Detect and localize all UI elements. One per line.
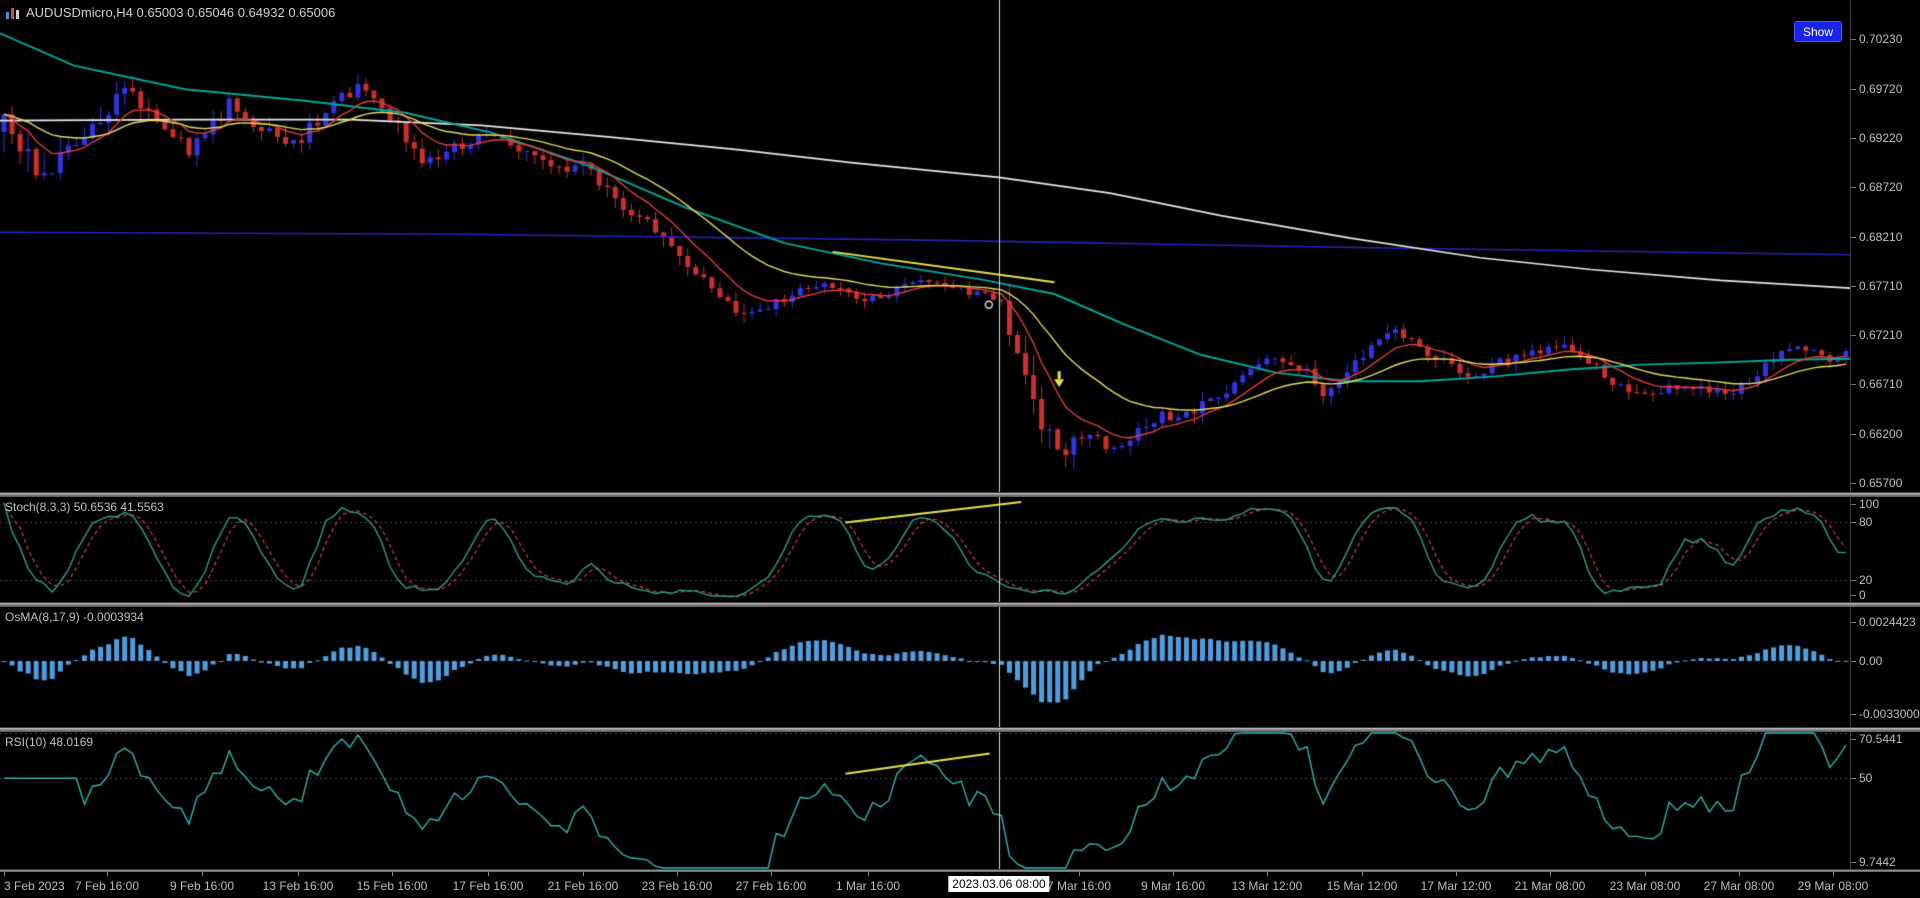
time-axis-label: 9 Mar 16:00 [1141,879,1205,893]
stochastic-canvas[interactable] [0,497,1850,602]
stochastic-label: Stoch(8,3,3) 50.6536 41.5563 [5,500,164,514]
main-scale-label: 0.69720 [1859,82,1902,96]
time-axis-label: 23 Feb 16:00 [642,879,713,893]
time-axis-label: 7 Feb 16:00 [75,879,139,893]
main-scale-label: 0.68720 [1859,180,1902,194]
rsi-label: RSI(10) 48.0169 [5,735,93,749]
time-axis-label: 3 Feb 2023 [4,879,65,893]
time-axis-label: 29 Mar 08:00 [1798,879,1869,893]
time-axis-tick [1833,872,1834,876]
time-axis-label: 1 Mar 16:00 [836,879,900,893]
main-scale-label: 0.68210 [1859,230,1902,244]
time-axis-label: 27 Mar 08:00 [1704,879,1775,893]
time-axis-label: 15 Mar 12:00 [1327,879,1398,893]
time-axis-tick [107,872,108,876]
main-chart-panel: AUDUSDmicro,H4 0.65003 0.65046 0.64932 0… [0,0,1850,492]
main-scale-label: 0.67210 [1859,328,1902,342]
osma-scale-label: 0.00 [1859,654,1882,668]
time-axis-tick [1645,872,1646,876]
time-axis-tick [298,872,299,876]
panel-separator[interactable] [0,602,1920,607]
time-axis-tick [1739,872,1740,876]
osma-panel: OsMA(8,17,9) -0.0003934 [0,607,1850,727]
main-scale-label: 0.66710 [1859,377,1902,391]
main-chart-canvas[interactable] [0,0,1850,492]
time-axis-label: 13 Feb 16:00 [263,879,334,893]
time-axis-tick [677,872,678,876]
time-axis-label: 9 Feb 16:00 [170,879,234,893]
show-panel-button[interactable]: Show [1794,21,1842,42]
chart-icon [6,7,20,19]
time-axis-label: 17 Mar 12:00 [1421,879,1492,893]
time-axis-label: 17 Feb 16:00 [453,879,524,893]
time-axis-label: 23 Mar 08:00 [1610,879,1681,893]
time-axis-tick [1456,872,1457,876]
stoch-scale-label: 0 [1859,588,1866,602]
price-scale[interactable]: 0.70230 0.69720 0.69220 0.68720 0.68210 0.677… [1850,0,1920,869]
main-scale-label: 0.70230 [1859,32,1902,46]
panel-separator[interactable] [0,492,1920,497]
rsi-canvas[interactable] [0,732,1850,869]
rsi-panel: RSI(10) 48.0169 [0,732,1850,869]
panel-separator[interactable] [0,727,1920,732]
stoch-scale-label: 80 [1859,515,1872,529]
main-scale-label: 0.65700 [1859,476,1902,490]
osma-scale-label: 0.0024423 [1859,615,1916,629]
axis-separator [0,869,1920,872]
current-time-badge: 2023.03.06 08:00 [948,876,1049,892]
time-axis-label: 27 Feb 16:00 [736,879,807,893]
time-axis-label: 13 Mar 12:00 [1232,879,1303,893]
scale-border-line [1850,0,1851,869]
time-axis-tick [488,872,489,876]
time-axis-tick [1079,872,1080,876]
main-scale-label: 0.69220 [1859,131,1902,145]
time-axis-tick [583,872,584,876]
rsi-scale-label: 9.7442 [1859,855,1896,869]
time-axis-label: 21 Mar 08:00 [1515,879,1586,893]
time-axis-tick [1362,872,1363,876]
chart-title-bar: AUDUSDmicro,H4 0.65003 0.65046 0.64932 0… [6,5,335,20]
symbol-quote-title: AUDUSDmicro,H4 0.65003 0.65046 0.64932 0… [26,5,335,20]
time-axis-tick [202,872,203,876]
main-scale-label: 0.67710 [1859,279,1902,293]
time-axis-tick [868,872,869,876]
time-axis-tick [1550,872,1551,876]
time-axis-tick [4,872,5,876]
time-axis-tick [1267,872,1268,876]
time-axis-tick [771,872,772,876]
stoch-scale-label: 100 [1859,497,1879,511]
rsi-scale-label: 50 [1859,771,1872,785]
time-axis-label: 7 Mar 16:00 [1047,879,1111,893]
time-axis-label: 21 Feb 16:00 [548,879,619,893]
chart-window: AUDUSDmicro,H4 0.65003 0.65046 0.64932 0… [0,0,1920,898]
time-axis-label: 15 Feb 16:00 [357,879,428,893]
osma-label: OsMA(8,17,9) -0.0003934 [5,610,144,624]
rsi-scale-label: 70.5441 [1859,732,1902,746]
stoch-scale-label: 20 [1859,573,1872,587]
osma-scale-label: -0.0033000 [1859,707,1920,721]
time-axis-tick [1173,872,1174,876]
time-axis-tick [392,872,393,876]
stochastic-panel: Stoch(8,3,3) 50.6536 41.5563 [0,497,1850,602]
time-axis[interactable]: 3 Feb 2023 7 Feb 16:00 9 Feb 16:00 13 Feb 1… [0,872,1920,898]
osma-canvas[interactable] [0,607,1850,727]
main-scale-label: 0.66200 [1859,427,1902,441]
